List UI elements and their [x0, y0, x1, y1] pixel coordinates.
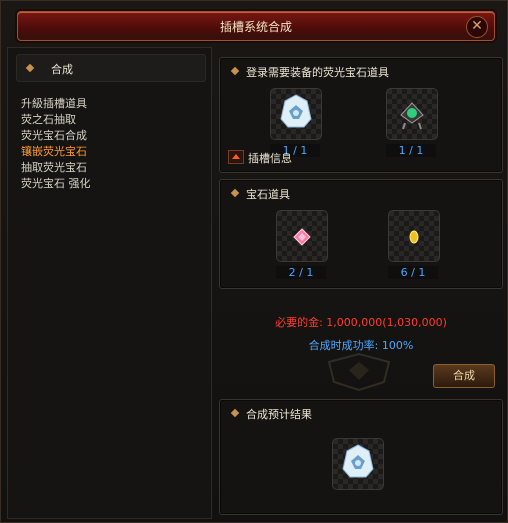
equipment-slot-2-count: 1 / 1: [386, 144, 436, 157]
insert-info-label: 插槽信息: [248, 152, 292, 165]
sidebar-item-extract-stone[interactable]: 荧之石抽取: [21, 112, 91, 128]
crest-emblem-icon: [327, 352, 391, 392]
pink-gem-icon: [293, 228, 311, 246]
bullet-diamond-icon: [230, 188, 240, 198]
gem-panel-title: 宝石道具: [246, 188, 290, 201]
equipment-slot-2[interactable]: [386, 88, 438, 140]
title-bar[interactable]: 插槽系统合成 ✕: [17, 11, 495, 41]
gem-slot-2[interactable]: [388, 210, 440, 262]
sidebar: 合成 升級插槽道具 荧之石抽取 荧光宝石合成 镶嵌荧光宝石 抽取荧光宝石 荧光宝…: [7, 47, 212, 519]
insert-info-toggle[interactable]: [228, 150, 244, 164]
sidebar-item-inlay-gem[interactable]: 镶嵌荧光宝石: [21, 144, 91, 160]
gem-panel: 宝石道具 2 / 1 6 / 1: [219, 179, 503, 289]
result-panel-title: 合成预计结果: [246, 408, 312, 421]
sidebar-menu: 升級插槽道具 荧之石抽取 荧光宝石合成 镶嵌荧光宝石 抽取荧光宝石 荧光宝石 强…: [21, 96, 91, 192]
window-title: 插槽系统合成: [219, 20, 292, 34]
equipment-panel: 登录需要装备的荧光宝石道具 1 / 1 1 / 1 插槽信息: [219, 57, 503, 173]
success-rate-text: 合成时成功率: 100%: [308, 339, 414, 352]
synthesis-window: 插槽系统合成 ✕ 合成 升級插槽道具 荧之石抽取 荧光宝石合成 镶嵌荧光宝石 抽…: [0, 0, 508, 523]
gem-slot-2-count: 6 / 1: [388, 266, 438, 279]
sidebar-item-enhance-gem[interactable]: 荧光宝石 强化: [21, 176, 91, 192]
result-panel: 合成预计结果: [219, 399, 503, 515]
sidebar-header-label: 合成: [51, 63, 73, 76]
sidebar-item-extract-gem[interactable]: 抽取荧光宝石: [21, 160, 91, 176]
green-jewel-amulet-icon: [400, 102, 424, 130]
required-gold-text: 必要的金: 1,000,000(1,030,000): [275, 316, 447, 329]
crystal-helmet-icon: [342, 444, 374, 478]
gem-slot-1[interactable]: [276, 210, 328, 262]
crystal-helmet-icon: [280, 94, 312, 128]
main-area: 登录需要装备的荧光宝石道具 1 / 1 1 / 1 插槽信息 宝石道具 2 / …: [219, 47, 503, 519]
result-slot[interactable]: [332, 438, 384, 490]
bullet-diamond-icon: [230, 408, 240, 418]
sidebar-header: 合成: [16, 54, 206, 82]
bullet-diamond-icon: [25, 63, 35, 73]
combine-button[interactable]: 合成: [433, 364, 495, 388]
bullet-diamond-icon: [230, 66, 240, 76]
gold-gem-icon: [409, 230, 419, 244]
equipment-panel-title: 登录需要装备的荧光宝石道具: [246, 66, 389, 79]
close-icon[interactable]: ✕: [466, 16, 488, 38]
sidebar-item-combine-gem[interactable]: 荧光宝石合成: [21, 128, 91, 144]
gem-slot-1-count: 2 / 1: [276, 266, 326, 279]
sidebar-item-upgrade-socket[interactable]: 升級插槽道具: [21, 96, 91, 112]
equipment-slot-1[interactable]: [270, 88, 322, 140]
